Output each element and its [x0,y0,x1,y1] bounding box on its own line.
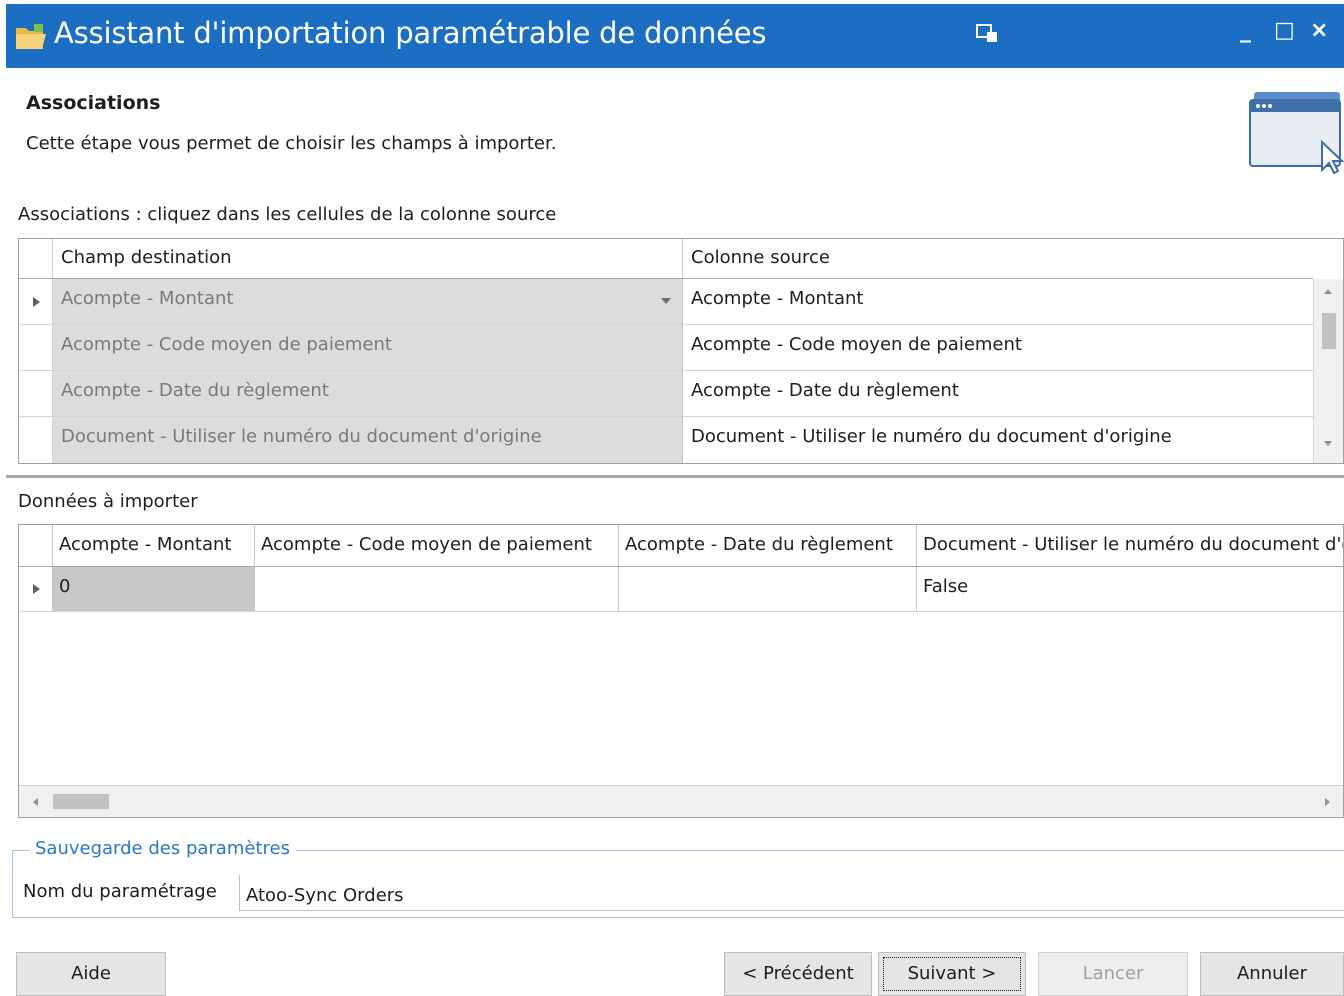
launch-button[interactable]: Lancer [1038,952,1188,996]
column-header[interactable]: Acompte - Code moyen de paiement [255,525,619,566]
associations-label: Associations : cliquez dans les cellules… [18,204,557,225]
settings-name-input[interactable] [239,875,1344,911]
data-cell[interactable]: False [917,567,1343,611]
vertical-scrollbar[interactable] [1313,279,1343,463]
table-row[interactable]: Document - Utiliser le numéro du documen… [19,417,1313,463]
scroll-thumb[interactable] [1322,313,1336,349]
maximize-button[interactable]: □ [1274,18,1295,43]
grid-header-row: Acompte - Montant Acompte - Code moyen d… [19,525,1343,567]
settings-legend: Sauvegarde des paramètres [29,838,296,859]
associations-grid[interactable]: Champ destination Colonne source Acompte… [18,238,1344,464]
settings-group: Sauvegarde des paramètres Nom du paramét… [12,838,1344,918]
grid-header-row: Champ destination Colonne source [19,239,1313,279]
row-indicator-icon [33,297,40,307]
settings-name-label: Nom du paramétrage [23,881,217,902]
minimize-button[interactable]: _ [1240,18,1251,43]
close-button[interactable]: × [1310,18,1328,43]
title-bar[interactable]: Assistant d'importation paramétrable de … [6,4,1344,68]
previous-button[interactable]: < Précédent [724,952,872,996]
data-preview-label: Données à importer [18,491,198,512]
source-cell[interactable]: Acompte - Code moyen de paiement [683,325,1313,370]
next-button[interactable]: Suivant > [878,952,1026,996]
window-title: Assistant d'importation paramétrable de … [54,16,767,50]
row-indicator-icon [33,584,40,594]
column-header[interactable]: Acompte - Montant [53,525,255,566]
scroll-up-icon[interactable] [1324,289,1332,294]
column-header[interactable]: Document - Utiliser le numéro du documen… [917,525,1343,566]
data-cell[interactable]: 0 [53,567,255,611]
destination-cell[interactable]: Acompte - Montant [53,279,683,324]
column-header-source[interactable]: Colonne source [683,239,1313,278]
destination-cell[interactable]: Acompte - Date du règlement [53,371,683,416]
scroll-down-icon[interactable] [1324,441,1332,446]
scroll-left-icon[interactable] [33,798,38,806]
folder-icon [16,24,46,49]
dropdown-arrow-icon[interactable] [661,298,671,304]
table-row[interactable]: Acompte - Montant Acompte - Montant [19,279,1313,325]
scroll-thumb[interactable] [53,794,109,809]
table-row[interactable]: 0 False [19,567,1343,612]
column-header-destination[interactable]: Champ destination [53,239,683,278]
wizard-window-icon [1249,92,1344,175]
horizontal-scrollbar[interactable] [19,785,1343,817]
data-preview-grid[interactable]: Acompte - Montant Acompte - Code moyen d… [18,524,1344,818]
table-row[interactable]: Acompte - Date du règlement Acompte - Da… [19,371,1313,417]
splitter[interactable] [6,475,1344,478]
table-row[interactable]: Acompte - Code moyen de paiement Acompte… [19,325,1313,371]
step-title: Associations [26,92,161,114]
data-cell[interactable] [619,567,917,611]
destination-cell[interactable]: Document - Utiliser le numéro du documen… [53,417,683,463]
scroll-right-icon[interactable] [1325,798,1330,806]
monitor-icon[interactable] [976,24,998,44]
data-cell[interactable] [255,567,619,611]
help-button[interactable]: Aide [16,952,166,996]
source-cell[interactable]: Document - Utiliser le numéro du documen… [683,417,1313,463]
source-cell[interactable]: Acompte - Date du règlement [683,371,1313,416]
source-cell[interactable]: Acompte - Montant [683,279,1313,324]
column-header[interactable]: Acompte - Date du règlement [619,525,917,566]
destination-cell[interactable]: Acompte - Code moyen de paiement [53,325,683,370]
step-description: Cette étape vous permet de choisir les c… [26,133,557,154]
cancel-button[interactable]: Annuler [1200,952,1344,996]
